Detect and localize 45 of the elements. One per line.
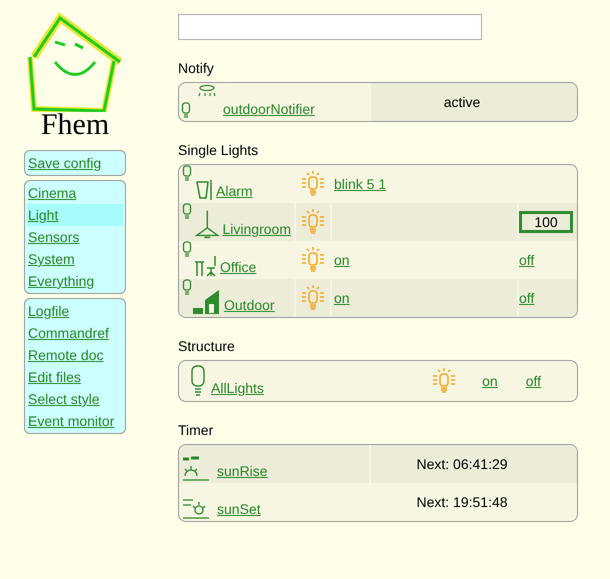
menu-link[interactable]: Edit files: [27, 366, 123, 388]
menu-link[interactable]: Select style: [27, 388, 123, 410]
on-link[interactable]: on: [482, 370, 498, 392]
section-title: Timer: [178, 422, 214, 438]
menu-link[interactable]: Remote doc: [27, 344, 123, 366]
section-title: Notify: [178, 60, 215, 76]
menu-link[interactable]: Event monitor: [27, 410, 123, 432]
status-text: Next: 06:41:29: [416, 454, 509, 474]
bulb-icon: [181, 102, 191, 120]
device-link[interactable]: sunSet: [217, 499, 261, 520]
ceiling-lamp-icon: [193, 210, 222, 240]
section-title: Structure: [178, 338, 236, 354]
device-link[interactable]: AllLights: [211, 380, 264, 396]
device-link[interactable]: Alarm: [216, 181, 253, 202]
value-field[interactable]: 100: [519, 211, 573, 233]
logo-title: Fhem: [40, 110, 110, 140]
on-link[interactable]: on: [334, 250, 350, 270]
section-title: Single Lights: [178, 142, 260, 158]
device-link[interactable]: Livingroom: [222, 219, 291, 240]
menu-link[interactable]: Sensors: [27, 226, 123, 248]
menu-link[interactable]: Everything: [27, 270, 123, 292]
menu-link[interactable]: Save config: [27, 152, 123, 174]
off-link[interactable]: off: [519, 250, 534, 270]
menu-link[interactable]: System: [27, 248, 123, 270]
bulb-icon: [182, 279, 192, 297]
off-link[interactable]: off: [519, 288, 534, 308]
device-link[interactable]: outdoorNotifier: [223, 99, 315, 120]
menu-link[interactable]: Light: [27, 204, 123, 226]
command-link[interactable]: blink 5 1: [334, 174, 386, 194]
search-field[interactable]: [178, 14, 482, 40]
sunrise-icon: [181, 454, 211, 482]
status-text: active: [444, 92, 482, 112]
bulb-icon: [182, 165, 192, 183]
menu-link[interactable]: Logfile: [27, 300, 123, 322]
menu-link[interactable]: Cinema: [27, 182, 123, 204]
on-link[interactable]: on: [334, 288, 350, 308]
bulb-icon: [182, 203, 192, 221]
status-text: Next: 19:51:48: [416, 492, 509, 512]
device-link[interactable]: Office: [220, 257, 256, 278]
device-link[interactable]: sunRise: [217, 461, 268, 482]
bulb-icon: [182, 241, 192, 259]
menu-link[interactable]: Commandref: [27, 322, 123, 344]
bulb-icon: [191, 365, 205, 397]
device-link[interactable]: Outdoor: [224, 295, 275, 316]
off-link[interactable]: off: [526, 370, 541, 392]
